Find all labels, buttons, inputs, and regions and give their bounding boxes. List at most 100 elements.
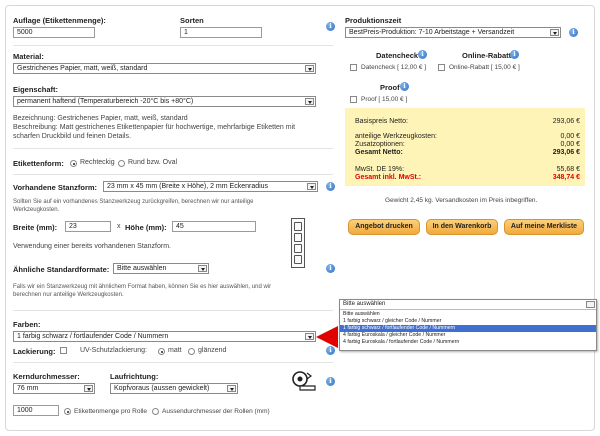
hoehe-input[interactable]: 45 [172,221,256,232]
gesamt-label: Gesamt Netto: [355,149,403,156]
chevron-down-icon [305,333,314,340]
divider [13,174,333,175]
stanzform-label: Vorhandene Stanzform: [13,183,98,192]
warenkorb-button[interactable]: In den Warenkorb [426,219,498,235]
zusatz-label: Zusatzoptionen: [355,141,405,148]
eigenschaft-value: permanent haftend (Temperaturbereich -20… [17,98,194,105]
werkzeug-value: 0,00 € [560,133,580,140]
rolle-menge-label: Etikettenmenge pro Rolle [74,408,147,415]
divider [13,45,333,46]
lackierung-checkbox[interactable] [60,347,67,354]
rolle-menge-radio[interactable] [64,408,71,415]
times-sign: x [117,223,121,230]
roll-direction-icon [292,371,316,391]
material-select[interactable]: Gestrichenes Papier, matt, weiß, standar… [13,63,316,74]
gesamt-row: Gesamt Netto: 293,06 € [355,149,580,156]
stanzform-value: 23 mm x 45 mm (Breite x Höhe), 2 mm Ecke… [107,183,269,190]
info-icon[interactable]: i [326,182,335,191]
basis-row: Basispreis Netto: 293,06 € [355,118,580,125]
dropdown-option[interactable]: 4 farbig Euroskala / gleicher Code / Num… [340,332,596,339]
basis-value: 293,06 € [552,118,580,125]
material-value: Gestrichenes Papier, matt, weiß, standar… [17,65,148,72]
produktionszeit-select[interactable]: BestPreis-Produktion: 7-10 Arbeitstage +… [345,27,561,38]
datencheck-checkbox[interactable] [350,64,357,71]
breite-input[interactable]: 23 [65,221,111,232]
rolle-input[interactable]: 1000 [13,405,59,416]
aehnliche-value: Bitte auswählen [117,265,167,272]
mwst-value: 55,68 € [556,166,580,173]
verwendung-text: Verwendung einer bereits vorhandenen Sta… [13,243,171,250]
lackierung-label: Lackierung: [13,347,56,356]
aehnliche-label: Ähnliche Standardformate: [13,265,110,274]
aehnliche-hint-line2: berechnen nur anteilige Werkzeugkosten. [13,292,124,298]
angebot-drucken-button[interactable]: Angebot drucken [348,219,420,235]
chevron-down-icon [227,385,236,392]
info-icon[interactable]: i [569,28,578,37]
proof-option: Proof [ 15,00 € ] [361,96,408,103]
dropdown-current[interactable]: Bitte auswählen [340,300,596,310]
breite-label: Breite (mm): [13,223,58,232]
chevron-down-icon [550,29,559,36]
brutto-value: 348,74 € [552,174,580,181]
proof-label: Proof [380,83,400,92]
chevron-down-icon [305,98,314,105]
lauf-value: Kopfvoraus (aussen gewickelt) [114,385,210,392]
stanzform-select[interactable]: 23 mm x 45 mm (Breite x Höhe), 2 mm Ecke… [103,181,318,192]
beschreibung-line2: scharfen Druckbild und feinen Details. [13,133,131,140]
dropdown-option[interactable]: 1 farbig schwarz / gleicher Code / Numme… [340,318,596,325]
rabatt-checkbox[interactable] [438,64,445,71]
etikettenform-label: Etikettenform: [13,159,64,168]
farben-label: Farben: [13,320,41,329]
form-rund-radio[interactable] [118,160,125,167]
farben-select[interactable]: 1 farbig schwarz / fortlaufender Code / … [13,331,316,342]
rolle-durchmesser-radio[interactable] [152,408,159,415]
form-rund-label: Rund bzw. Oval [128,159,178,166]
kern-select[interactable]: 76 mm [13,383,95,394]
merkliste-button[interactable]: Auf meine Merkliste [504,219,584,235]
auflage-input[interactable]: 5000 [13,27,95,38]
eigenschaft-select[interactable]: permanent haftend (Temperaturbereich -20… [13,96,316,107]
dropdown-option-selected[interactable]: 1 farbig schwarz / fortlaufender Code / … [340,325,596,332]
label-preview-icon [291,218,305,268]
aehnliche-select[interactable]: Bitte auswählen [113,263,209,274]
lauf-select[interactable]: Kopfvoraus (aussen gewickelt) [110,383,238,394]
uv-glaenzend-radio[interactable] [188,348,195,355]
info-icon[interactable]: i [326,22,335,31]
hoehe-label: Höhe (mm): [125,223,167,232]
werkzeug-row: anteilige Werkzeugkosten: 0,00 € [355,133,580,140]
farben-dropdown-list[interactable]: Bitte auswählen Bitte auswählen 1 farbig… [339,299,597,351]
chevron-down-icon[interactable] [586,301,595,308]
divider [13,362,333,363]
divider [13,148,333,149]
form-rechteckig-radio[interactable] [70,160,77,167]
info-icon[interactable]: i [326,264,335,273]
stanzform-hint-line1: Sollten Sie auf ein vorhandenes Stanzwer… [13,199,254,205]
dropdown-option[interactable]: 4 farbig Euroskala / fortlaufender Code … [340,339,596,346]
chevron-down-icon [198,265,207,272]
datencheck-option: Datencheck [ 12,00 € ] [361,64,427,71]
werkzeug-label: anteilige Werkzeugkosten: [355,133,437,140]
datencheck-label: Datencheck [376,51,419,60]
uv-matt-radio[interactable] [158,348,165,355]
stanzform-hint-line2: Werkzeugkosten. [13,207,60,213]
produktionszeit-label: Produktionszeit [345,16,402,25]
uv-glaenzend-label: glänzend [198,347,227,354]
info-icon[interactable]: i [418,50,427,59]
rabatt-option: Online-Rabatt [ 15,00 € ] [449,64,520,71]
price-summary: Basispreis Netto: 293,06 € anteilige Werk… [345,108,585,186]
zusatz-row: Zusatzoptionen: 0,00 € [355,141,580,148]
dropdown-option[interactable]: Bitte auswählen [340,311,596,318]
uv-label: UV-Schutzlackierung: [80,347,147,354]
chevron-down-icon [84,385,93,392]
farben-value: 1 farbig schwarz / fortlaufender Code / … [17,333,169,340]
sorten-input[interactable]: 1 [180,27,262,38]
material-label: Material: [13,52,44,61]
info-icon[interactable]: i [510,50,519,59]
info-icon[interactable]: i [326,377,335,386]
eigenschaft-label: Eigenschaft: [13,85,59,94]
proof-checkbox[interactable] [350,96,357,103]
aehnliche-hint-line1: Falls wir ein Stanzwerkzeug mit ähnliche… [13,284,272,290]
zusatz-value: 0,00 € [560,141,580,148]
chevron-down-icon [307,183,316,190]
info-icon[interactable]: i [400,82,409,91]
